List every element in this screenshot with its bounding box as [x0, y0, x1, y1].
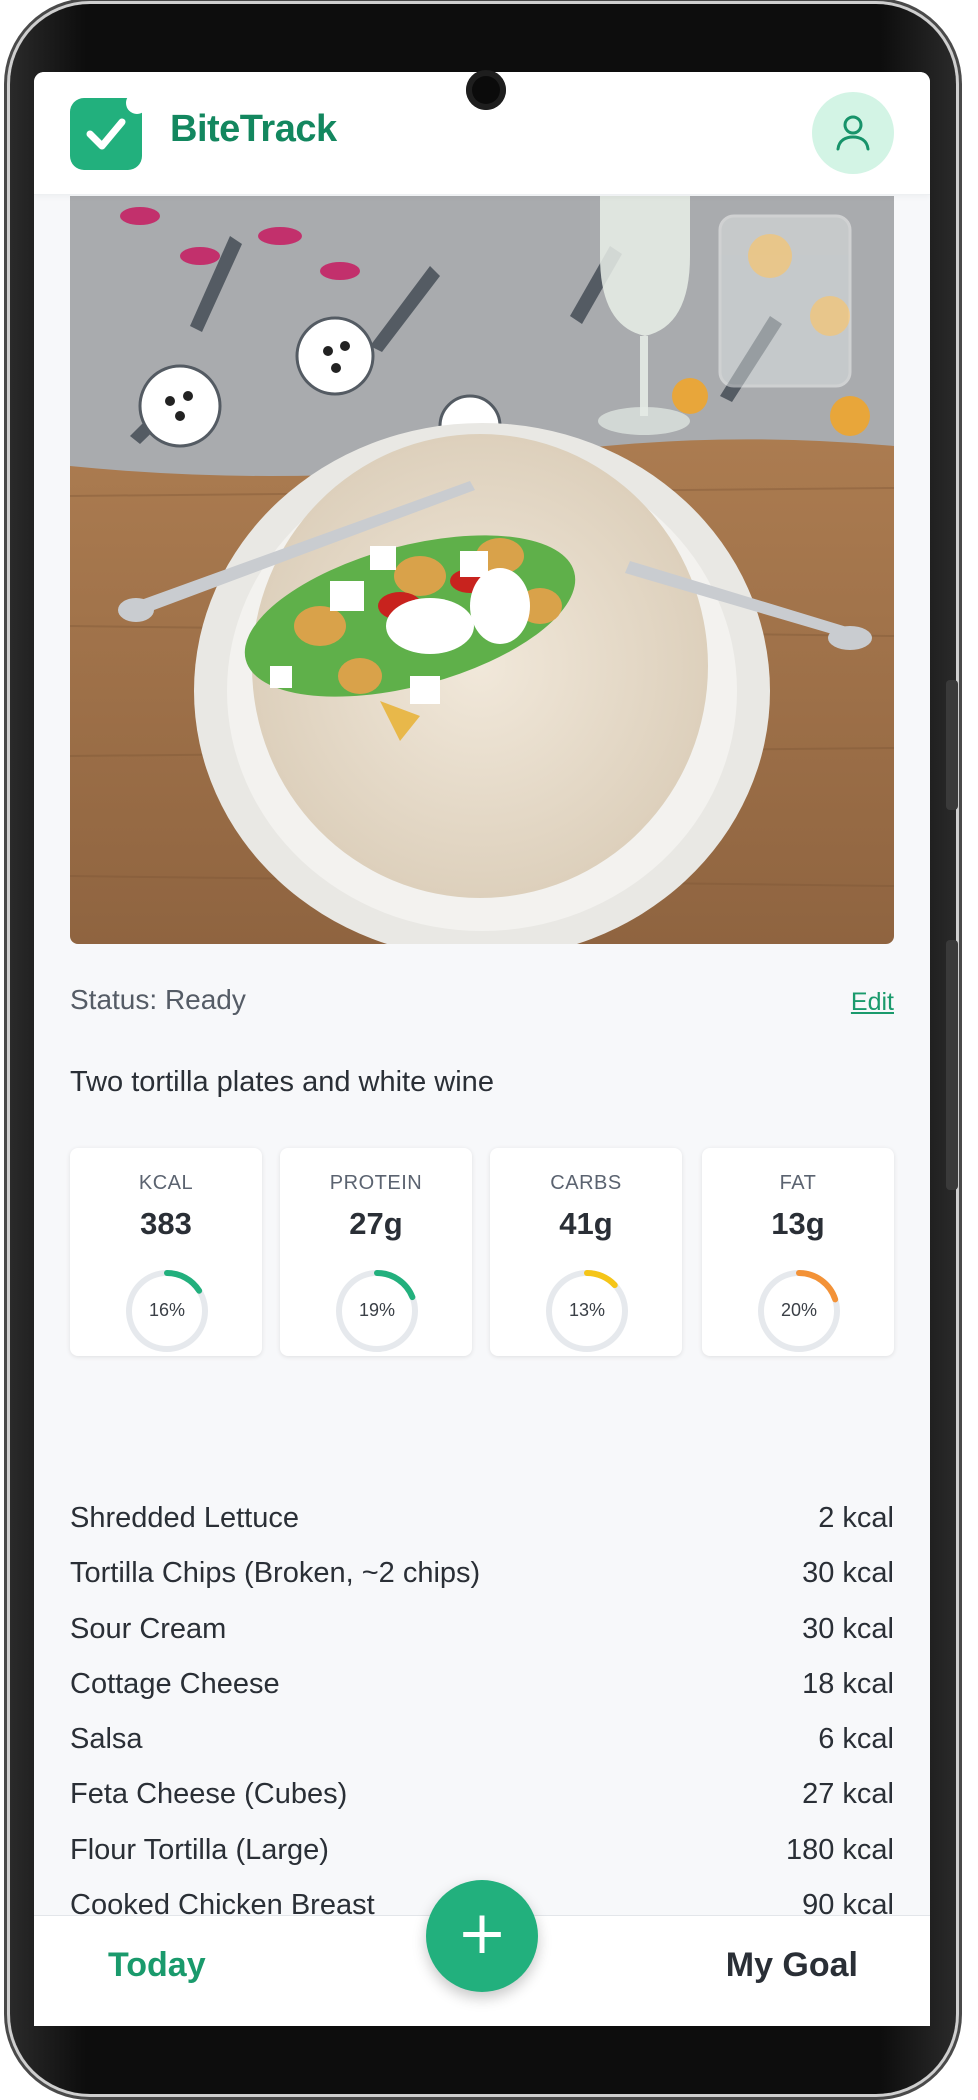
progress-ring: 13% [544, 1268, 630, 1354]
item-name: Feta Cheese (Cubes) [70, 1778, 348, 1811]
app-screen: BiteTrack Status: Ready Edit Two tortill… [34, 72, 930, 2026]
nav-today[interactable]: Today [108, 1946, 206, 1985]
item-kcal: 6 kcal [818, 1723, 894, 1756]
nutrition-summary: KCAL 383 16% PROTEIN 27g 19% CARBS 41g 1… [70, 1148, 894, 1358]
meal-photo [70, 196, 894, 944]
stat-value: 41g [559, 1206, 613, 1241]
progress-ring: 19% [334, 1268, 420, 1354]
ring-percent: 16% [148, 1300, 186, 1320]
volume-button [946, 680, 958, 810]
nav-my-goal[interactable]: My Goal [726, 1946, 858, 1985]
protein-card: PROTEIN 27g 19% [280, 1148, 472, 1356]
item-kcal: 30 kcal [802, 1557, 894, 1590]
stat-label: CARBS [550, 1172, 622, 1194]
meal-status: Status: Ready [70, 984, 246, 1015]
stat-value: 27g [349, 1206, 403, 1241]
check-badge-icon [70, 92, 148, 170]
progress-ring: 16% [124, 1268, 210, 1354]
ring-percent: 20% [780, 1300, 818, 1320]
fat-card: FAT 13g 20% [702, 1148, 894, 1356]
front-camera [466, 70, 506, 110]
ring-percent: 19% [358, 1300, 396, 1320]
list-item: Cottage Cheese 18 kcal [70, 1668, 894, 1723]
stat-value: 13g [771, 1206, 825, 1241]
item-name: Tortilla Chips (Broken, ~2 chips) [70, 1557, 481, 1590]
ring-percent: 13% [568, 1300, 606, 1320]
list-item: Shredded Lettuce 2 kcal [70, 1502, 894, 1557]
list-item: Feta Cheese (Cubes) 27 kcal [70, 1778, 894, 1833]
item-kcal: 2 kcal [818, 1502, 894, 1534]
plus-icon: + [456, 1898, 508, 1968]
item-name: Sour Cream [70, 1612, 227, 1645]
profile-button[interactable] [812, 92, 894, 174]
meal-description: Two tortilla plates and white wine [70, 1066, 494, 1098]
item-name: Salsa [70, 1723, 143, 1756]
kcal-card: KCAL 383 16% [70, 1148, 262, 1356]
progress-ring: 20% [756, 1268, 842, 1354]
edit-link[interactable]: Edit [851, 988, 894, 1017]
food-items-list: Shredded Lettuce 2 kcal Tortilla Chips (… [70, 1502, 894, 1944]
power-button [946, 940, 958, 1190]
user-icon [836, 115, 870, 151]
item-name: Shredded Lettuce [70, 1502, 299, 1534]
item-kcal: 27 kcal [802, 1778, 894, 1811]
item-name: Cottage Cheese [70, 1667, 280, 1700]
item-kcal: 18 kcal [802, 1667, 894, 1700]
stat-label: FAT [779, 1172, 817, 1194]
add-meal-button[interactable]: + [426, 1880, 538, 1992]
item-name: Flour Tortilla (Large) [70, 1833, 329, 1866]
item-kcal: 30 kcal [802, 1612, 894, 1645]
carbs-card: CARBS 41g 13% [490, 1148, 682, 1356]
app-title: BiteTrack [170, 108, 337, 150]
stat-label: KCAL [138, 1172, 194, 1194]
stat-value: 383 [140, 1206, 192, 1241]
list-item: Sour Cream 30 kcal [70, 1613, 894, 1668]
stat-label: PROTEIN [329, 1172, 423, 1194]
list-item: Salsa 6 kcal [70, 1723, 894, 1778]
item-kcal: 180 kcal [785, 1833, 894, 1866]
list-item: Tortilla Chips (Broken, ~2 chips) 30 kca… [70, 1557, 894, 1612]
